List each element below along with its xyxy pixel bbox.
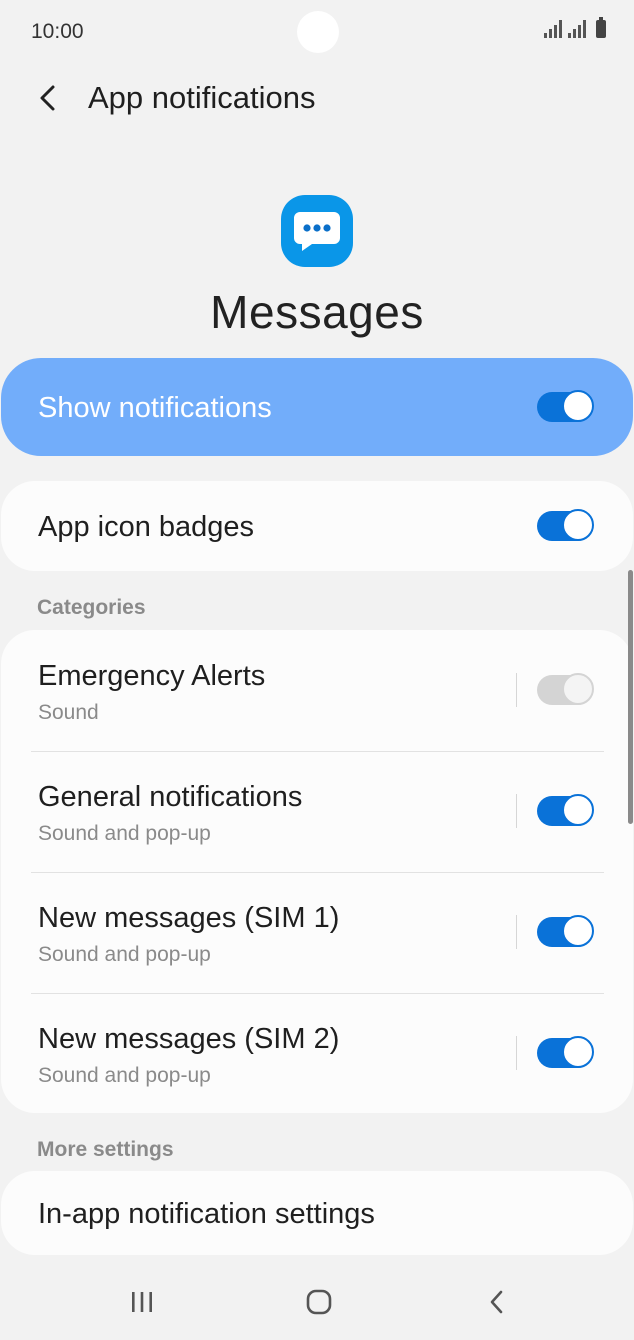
messages-app-icon: [281, 195, 353, 267]
toggle-knob: [562, 794, 594, 826]
more-settings-header: More settings: [37, 1138, 174, 1161]
show-notifications-toggle[interactable]: [537, 390, 594, 422]
app-icon-badges-label: App icon badges: [38, 511, 255, 543]
row-separator: [516, 1036, 517, 1070]
back-nav-button[interactable]: [472, 1282, 522, 1322]
row-separator: [516, 915, 517, 949]
category-subtitle: Sound and pop-up: [38, 1064, 211, 1087]
category-new-messages-sim1[interactable]: New messages (SIM 1) Sound and pop-up: [1, 872, 633, 993]
status-icons: [544, 17, 606, 38]
toggle-knob: [562, 915, 594, 947]
category-emergency-alerts[interactable]: Emergency Alerts Sound: [1, 630, 633, 751]
home-button[interactable]: [294, 1282, 344, 1322]
app-name: Messages: [210, 286, 424, 338]
toggle-knob: [562, 673, 594, 705]
show-notifications-row[interactable]: Show notifications: [1, 358, 633, 456]
row-separator: [516, 673, 517, 707]
app-icon-badges-toggle[interactable]: [537, 509, 594, 541]
back-icon: [490, 1290, 503, 1314]
app-bar: App notifications: [0, 66, 634, 130]
new-messages-sim1-toggle[interactable]: [537, 915, 594, 947]
chevron-left-icon: [40, 85, 55, 111]
row-separator: [516, 794, 517, 828]
page-title: App notifications: [88, 80, 316, 115]
category-general-notifications[interactable]: General notifications Sound and pop-up: [1, 751, 633, 872]
signal-sim2-icon: [568, 20, 586, 38]
recent-apps-icon: [132, 1292, 152, 1312]
categories-header: Categories: [37, 596, 146, 619]
category-subtitle: Sound and pop-up: [38, 943, 211, 966]
back-button[interactable]: [28, 78, 68, 118]
home-icon: [306, 1289, 332, 1315]
category-subtitle: Sound and pop-up: [38, 822, 211, 845]
camera-cutout: [297, 11, 339, 53]
recent-apps-button[interactable]: [117, 1282, 167, 1322]
general-notifications-toggle[interactable]: [537, 794, 594, 826]
category-title: New messages (SIM 1): [38, 902, 340, 934]
categories-card: Emergency Alerts Sound General notificat…: [1, 630, 633, 1113]
category-new-messages-sim2[interactable]: New messages (SIM 2) Sound and pop-up: [1, 993, 633, 1114]
category-title: New messages (SIM 2): [38, 1023, 340, 1055]
chat-bubble-icon: [294, 212, 340, 251]
emergency-alerts-toggle[interactable]: [537, 673, 594, 705]
app-icon-badges-row[interactable]: App icon badges: [1, 481, 633, 571]
toggle-knob: [562, 390, 594, 422]
navigation-bar: [0, 1262, 634, 1340]
in-app-notification-settings-row[interactable]: In-app notification settings: [1, 1171, 633, 1255]
battery-icon: [596, 17, 606, 38]
category-title: General notifications: [38, 781, 303, 813]
new-messages-sim2-toggle[interactable]: [537, 1036, 594, 1068]
in-app-notification-settings-label: In-app notification settings: [38, 1198, 375, 1230]
status-bar: 10:00: [0, 0, 634, 66]
category-title: Emergency Alerts: [38, 660, 266, 692]
show-notifications-label: Show notifications: [38, 392, 272, 424]
category-subtitle: Sound: [38, 701, 99, 724]
toggle-knob: [562, 1036, 594, 1068]
status-time: 10:00: [31, 20, 84, 43]
toggle-knob: [562, 509, 594, 541]
scrollbar[interactable]: [628, 570, 633, 824]
signal-sim1-icon: [544, 20, 562, 38]
